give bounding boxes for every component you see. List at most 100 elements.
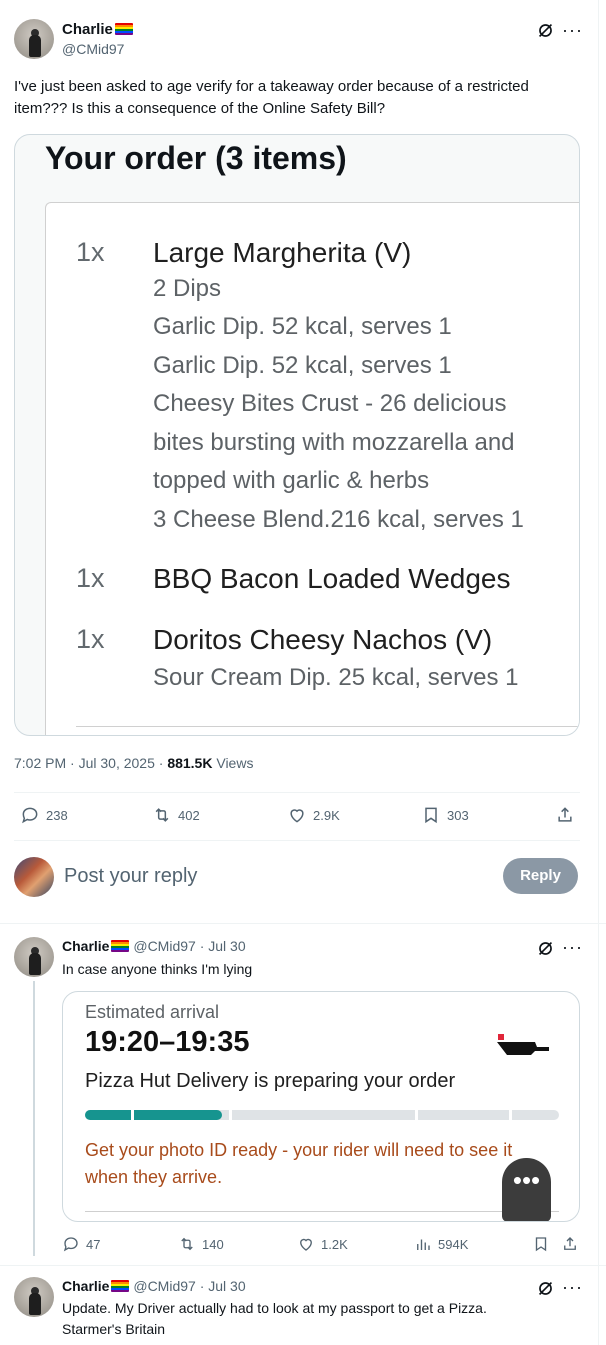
share-action[interactable] <box>561 1235 579 1253</box>
share-icon <box>564 1237 576 1250</box>
divider <box>14 792 580 793</box>
share-icon <box>558 807 572 822</box>
reply-handle-date[interactable]: @CMid97 · Jul 30 <box>133 1278 245 1294</box>
thread-line <box>33 981 35 1256</box>
grok-icon[interactable] <box>537 22 554 44</box>
delivery-status: Pizza Hut Delivery is preparing your ord… <box>85 1070 456 1092</box>
grok-icon[interactable] <box>537 1280 554 1302</box>
eta-time: 19:20–19:35 <box>85 1026 250 1058</box>
divider <box>0 923 606 924</box>
order-card: 1x Large Margherita (V) 2 Dips Garlic Di… <box>45 202 579 735</box>
item-qty: 1x <box>76 237 105 267</box>
analytics-icon <box>417 1239 430 1250</box>
item-detail: 3 Cheese Blend.216 kcal, serves 1 <box>153 506 524 533</box>
tweet-media-order[interactable]: Your order (3 items) 1x Large Margherita… <box>14 134 580 736</box>
repost-icon <box>181 1237 193 1251</box>
item-detail: Cheesy Bites Crust - 26 delicious <box>153 390 507 417</box>
more-icon[interactable]: ··· <box>562 1277 583 1298</box>
reply-text-line2: Starmer's Britain <box>62 1321 166 1337</box>
like-count: 1.2K <box>321 1236 348 1252</box>
author-name[interactable]: Charlie <box>62 21 113 38</box>
item-detail: Sour Cream Dip. 25 kcal, serves 1 <box>153 664 519 691</box>
reply-text-line1: Update. My Driver actually had to look a… <box>62 1300 487 1316</box>
author-handle[interactable]: @CMid97 <box>62 41 124 57</box>
eta-label: Estimated arrival <box>85 1002 220 1022</box>
views-count: 594K <box>438 1236 469 1252</box>
card-divider <box>76 726 579 727</box>
rainbow-flag-icon <box>111 1280 130 1292</box>
order-title: Your order (3 items) <box>45 140 347 176</box>
item-detail: bites bursting with mozzarella and <box>153 429 515 456</box>
views-action[interactable]: 594K <box>414 1235 468 1253</box>
item-name: BBQ Bacon Loaded Wedges <box>153 563 511 594</box>
progress-bar <box>85 1110 559 1121</box>
reply-avatar[interactable] <box>14 1277 54 1317</box>
author-name-row[interactable]: Charlie <box>62 21 133 39</box>
author-avatar[interactable] <box>14 19 54 59</box>
more-options-button[interactable]: ••• <box>502 1158 551 1221</box>
reply-count: 47 <box>86 1236 101 1252</box>
bookmark-action[interactable]: 303 <box>421 805 469 825</box>
card-divider <box>85 1211 559 1212</box>
reply-count: 238 <box>46 807 68 823</box>
reply-header: Charlie @CMid97 · Jul 30 <box>62 938 246 954</box>
reply-author-name[interactable]: Charlie <box>62 938 109 954</box>
bookmark-action[interactable] <box>532 1235 550 1253</box>
delivery-scooter-icon <box>495 1033 551 1059</box>
reply-author-name[interactable]: Charlie <box>62 1278 109 1294</box>
reply-button[interactable]: Reply <box>503 858 578 894</box>
progress-tick <box>229 1110 232 1120</box>
repost-count: 402 <box>178 807 200 823</box>
progress-tick <box>509 1110 512 1120</box>
divider <box>14 840 580 841</box>
reply-header: Charlie @CMid97 · Jul 30 <box>62 1278 246 1294</box>
views-label: Views <box>212 755 254 771</box>
bookmark-count: 303 <box>447 807 469 823</box>
repost-action[interactable]: 140 <box>178 1235 224 1253</box>
reply-media-delivery[interactable]: Estimated arrival 19:20–19:35 Pizza Hut … <box>62 991 580 1222</box>
rainbow-flag-icon <box>114 23 133 35</box>
repost-count: 140 <box>202 1236 224 1252</box>
item-detail: Garlic Dip. 52 kcal, serves 1 <box>153 352 452 379</box>
like-action[interactable]: 2.9K <box>287 805 340 825</box>
repost-action[interactable]: 402 <box>152 805 200 825</box>
item-detail: Garlic Dip. 52 kcal, serves 1 <box>153 313 452 340</box>
share-action[interactable] <box>555 805 575 825</box>
reply-icon <box>63 1237 78 1252</box>
item-qty: 1x <box>76 624 105 654</box>
id-notice-line1: Get your photo ID ready - your rider wil… <box>85 1140 513 1160</box>
reply-action[interactable]: 238 <box>20 805 68 825</box>
reply-text: In case anyone thinks I'm lying <box>62 961 253 977</box>
tweet-meta: 7:02 PM · Jul 30, 2025 · 881.5K Views <box>14 755 253 771</box>
progress-tick <box>131 1110 134 1120</box>
reply-avatar[interactable] <box>14 937 54 977</box>
progress-fill <box>85 1110 223 1120</box>
my-avatar[interactable] <box>14 857 54 897</box>
bookmark-icon <box>535 1237 547 1252</box>
item-name: Doritos Cheesy Nachos (V) <box>153 624 493 655</box>
repost-icon <box>155 808 169 822</box>
heart-icon <box>300 1238 312 1251</box>
progress-tick <box>415 1110 418 1120</box>
item-name: Large Margherita (V) <box>153 237 412 268</box>
item-detail: topped with garlic & herbs <box>153 467 430 494</box>
bookmark-icon <box>425 807 437 824</box>
scrollbar-edge <box>598 0 599 1345</box>
like-count: 2.9K <box>313 807 340 823</box>
heart-icon <box>290 809 304 823</box>
reply-icon <box>22 807 38 824</box>
id-notice-line2: when they arrive. <box>85 1167 223 1187</box>
reply-input[interactable]: Post your reply <box>64 865 197 888</box>
timestamp[interactable]: 7:02 PM · Jul 30, 2025 · <box>14 755 167 771</box>
like-action[interactable]: 1.2K <box>297 1235 348 1253</box>
item-qty: 1x <box>76 563 105 593</box>
more-icon[interactable]: ··· <box>562 20 583 41</box>
item-detail: 2 Dips <box>153 275 222 302</box>
grok-icon[interactable] <box>537 940 554 962</box>
reply-handle-date[interactable]: @CMid97 · Jul 30 <box>133 938 245 954</box>
more-icon[interactable]: ··· <box>562 937 583 958</box>
tweet-text: I've just been asked to age verify for a… <box>14 78 529 117</box>
reply-action[interactable]: 47 <box>62 1235 100 1253</box>
divider <box>0 1265 606 1266</box>
rainbow-flag-icon <box>111 940 130 952</box>
